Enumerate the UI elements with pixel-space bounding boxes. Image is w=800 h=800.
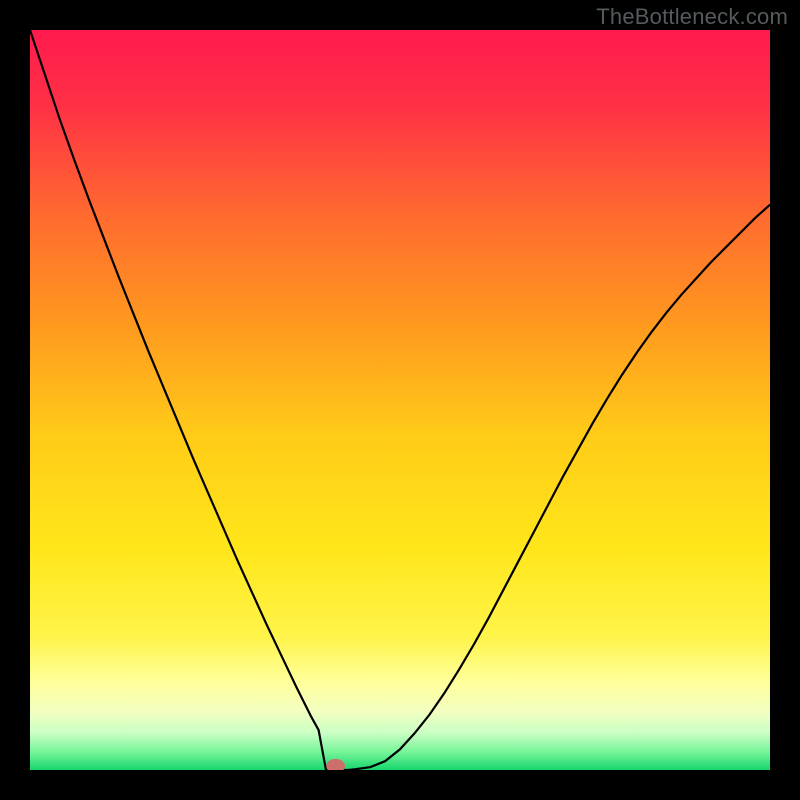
gradient-background bbox=[30, 30, 770, 770]
bottleneck-chart bbox=[30, 30, 770, 770]
plot-area bbox=[30, 30, 770, 770]
watermark-text: TheBottleneck.com bbox=[596, 4, 788, 30]
chart-frame: TheBottleneck.com bbox=[0, 0, 800, 800]
min-marker bbox=[327, 759, 345, 770]
